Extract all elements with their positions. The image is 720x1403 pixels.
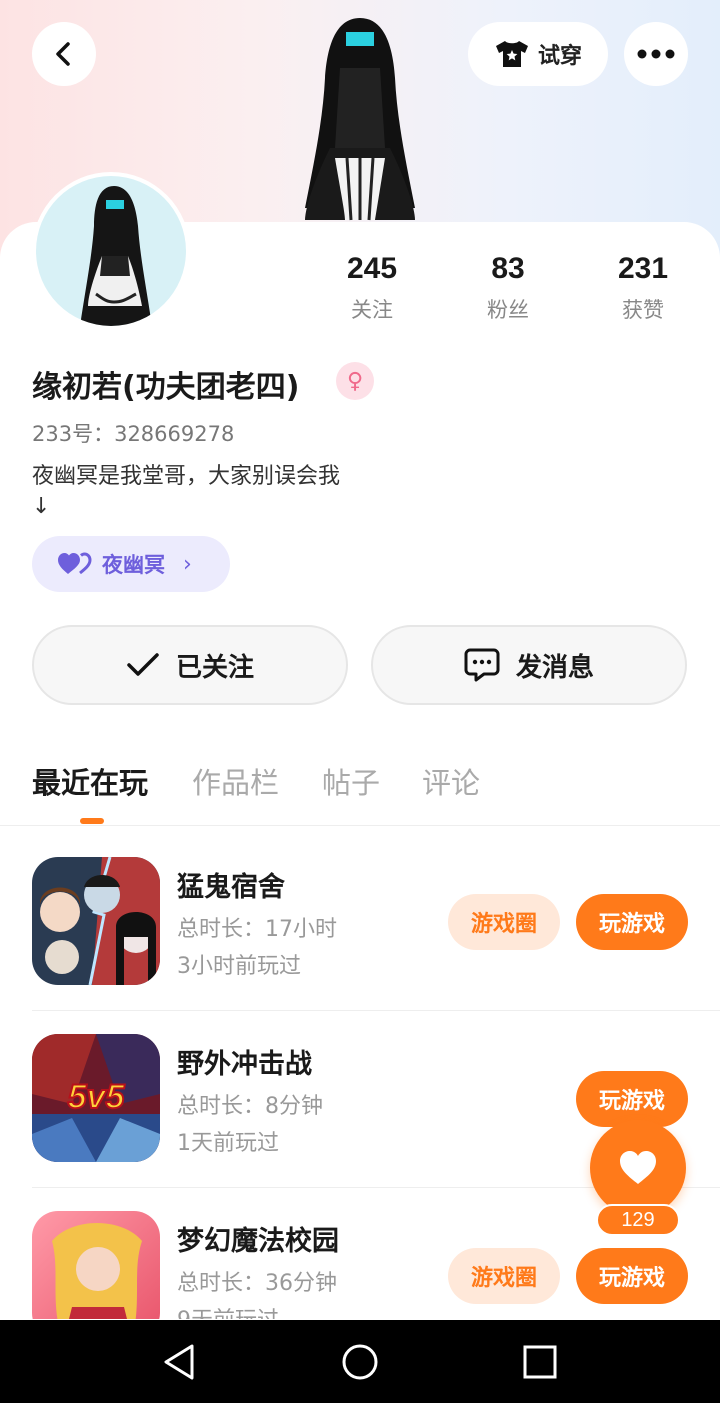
game-row[interactable]: 5v5 野外冲击战 总时长：8分钟 1天前玩过 玩游戏 (32, 1034, 688, 1164)
game-icon-text: 5v5 (68, 1078, 126, 1116)
game-icon[interactable] (32, 857, 160, 985)
magic-school-icon (32, 1211, 160, 1319)
active-tab-indicator (80, 818, 104, 824)
like-count-badge: 129 (596, 1204, 680, 1236)
female-gender-icon: ♀ (336, 362, 374, 400)
tab-works[interactable]: 作品栏 (192, 760, 279, 802)
home-circle-icon[interactable] (338, 1340, 382, 1384)
game-icon[interactable]: 5v5 (32, 1034, 160, 1162)
game-duration: 总时长：8分钟 (177, 1094, 323, 1119)
game-circle-button[interactable]: 游戏圈 (448, 1248, 560, 1304)
stat-fans-label: 粉丝 (487, 298, 529, 322)
stat-following[interactable]: 245 关注 (312, 252, 432, 324)
user-id: 233号：328669278 (32, 422, 235, 446)
float-like-button[interactable] (590, 1120, 686, 1216)
tshirt-icon (495, 41, 528, 67)
avatar-figure (80, 186, 152, 326)
tab-comments[interactable]: 评论 (422, 760, 480, 802)
stat-likes[interactable]: 231 获赞 (583, 252, 703, 324)
back-triangle-icon[interactable] (158, 1340, 202, 1384)
more-dots-icon (637, 49, 675, 59)
more-options-button[interactable] (624, 22, 688, 86)
game-icon[interactable] (32, 1211, 160, 1319)
try-on-label: 试穿 (537, 44, 582, 69)
game-row[interactable]: 猛鬼宿舍 总时长：17小时 3小时前玩过 游戏圈 玩游戏 (32, 857, 688, 987)
row-divider (32, 1010, 720, 1011)
game-circle-button[interactable]: 游戏圈 (448, 894, 560, 950)
follow-button[interactable]: 已关注 (32, 625, 348, 705)
stat-following-count: 245 (346, 252, 398, 285)
game-duration: 总时长：36分钟 (177, 1271, 337, 1296)
message-label: 发消息 (515, 652, 594, 683)
tabs-divider (0, 825, 720, 826)
hero-avatar-figure (305, 18, 415, 221)
field-battle-icon: 5v5 (32, 1034, 160, 1162)
tab-recent-play[interactable]: 最近在玩 (32, 760, 148, 802)
message-button[interactable]: 发消息 (371, 625, 687, 705)
system-navigation-bar (0, 1320, 720, 1403)
game-title: 猛鬼宿舍 (177, 872, 285, 903)
profile-tabs: 最近在玩 作品栏 帖子 评论 (0, 760, 720, 826)
game-row[interactable]: 梦幻魔法校园 总时长：36分钟 9天前玩过 游戏圈 玩游戏 (32, 1211, 688, 1319)
relation-link-chip[interactable]: 夜幽冥 › (32, 536, 230, 592)
chevron-left-icon (56, 42, 70, 66)
bio: 夜幽冥是我堂哥，大家别误会我 ↓ (32, 462, 340, 522)
stat-fans[interactable]: 83 粉丝 (448, 252, 568, 324)
game-last-played: 3小时前玩过 (177, 954, 301, 979)
try-on-button[interactable]: 试穿 (468, 22, 608, 86)
stat-fans-count: 83 (491, 252, 525, 285)
play-game-button[interactable]: 玩游戏 (576, 894, 688, 950)
follow-label: 已关注 (175, 652, 254, 683)
relation-link-label: 夜幽冥 (102, 553, 165, 577)
chevron-right-icon: › (183, 551, 192, 577)
play-game-button[interactable]: 玩游戏 (576, 1071, 688, 1127)
play-game-button[interactable]: 玩游戏 (576, 1248, 688, 1304)
game-last-played: 1天前玩过 (177, 1131, 279, 1156)
username: 缘初若(功夫团老四) (32, 370, 300, 405)
back-button[interactable] (32, 22, 96, 86)
game-last-played: 9天前玩过 (177, 1302, 279, 1319)
game-title: 野外冲击战 (177, 1049, 312, 1080)
check-icon (127, 653, 159, 676)
stat-following-label: 关注 (351, 298, 393, 322)
haunted-dorm-icon (32, 857, 160, 985)
game-duration: 总时长：17小时 (177, 917, 337, 942)
heart-icon (620, 1151, 656, 1184)
avatar[interactable] (32, 172, 190, 330)
recents-square-icon[interactable] (518, 1340, 562, 1384)
tab-posts[interactable]: 帖子 (322, 760, 380, 802)
stat-likes-count: 231 (617, 252, 669, 285)
stat-likes-label: 获赞 (622, 298, 664, 322)
game-title: 梦幻魔法校园 (177, 1226, 339, 1257)
bio-line: 夜幽冥是我堂哥，大家别误会我 (32, 464, 341, 489)
double-heart-icon (58, 552, 92, 575)
bio-line: ↓ (32, 494, 51, 519)
chat-bubble-icon (464, 648, 500, 682)
